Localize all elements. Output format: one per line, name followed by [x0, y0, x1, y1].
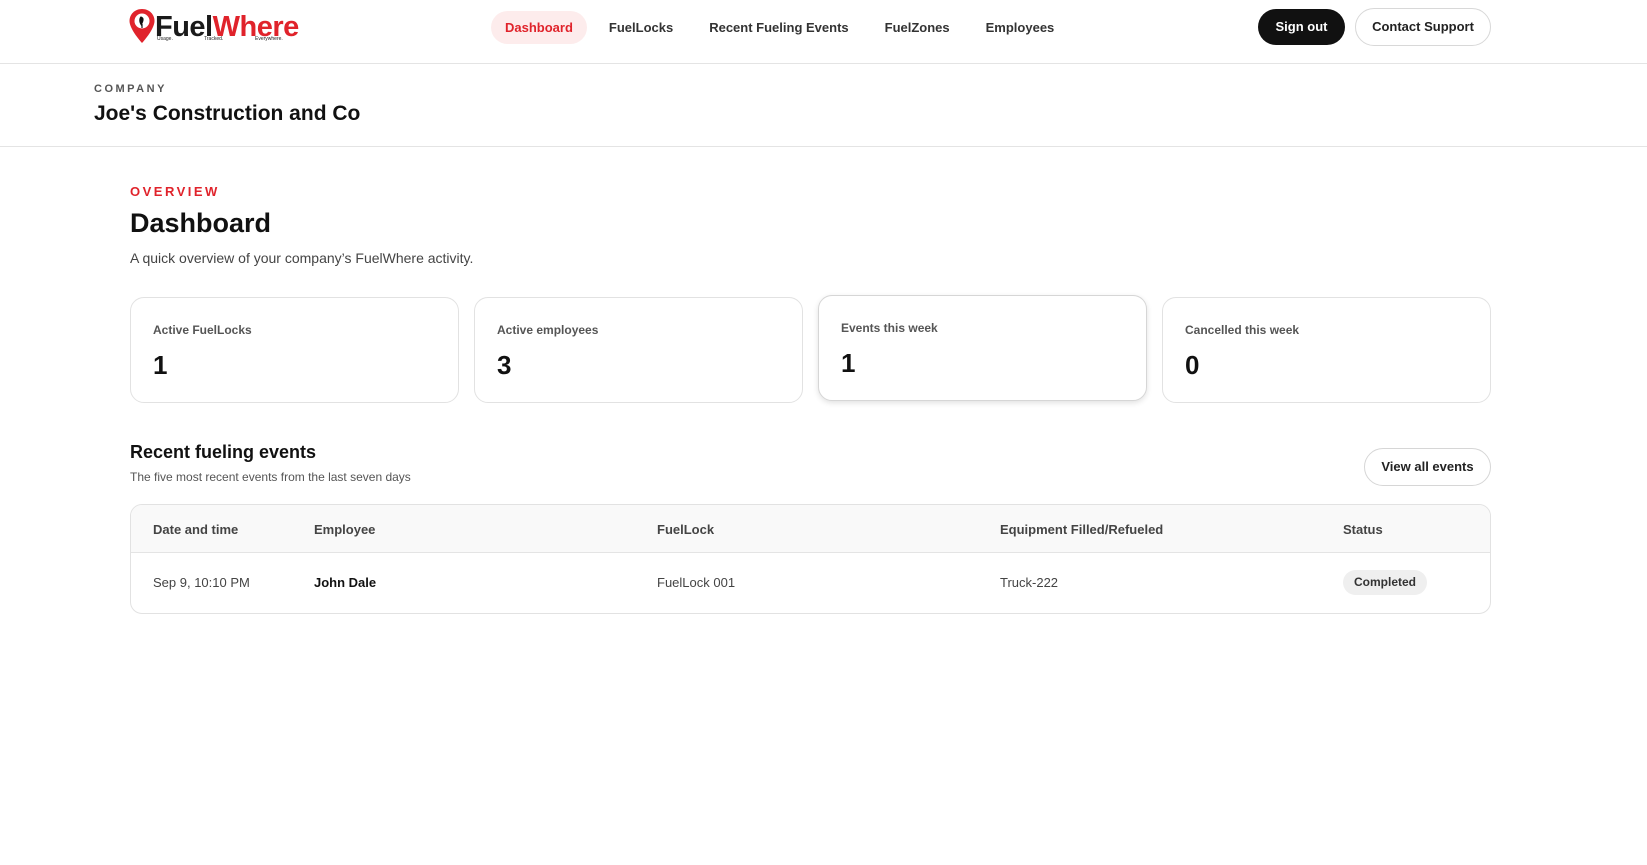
stat-card-label: Events this week	[841, 321, 938, 335]
stat-card-value: 3	[497, 350, 512, 380]
status-badge: Completed	[1343, 570, 1428, 595]
stat-card-value: 0	[1185, 350, 1200, 380]
nav-item-dashboard[interactable]: Dashboard	[491, 11, 587, 44]
stat-card-value: 1	[841, 348, 856, 378]
overview-eyebrow: OVERVIEW	[130, 184, 220, 199]
column-header-status: Status	[1343, 522, 1383, 537]
main-nav: Dashboard FuelLocks Recent Fueling Event…	[491, 11, 1068, 44]
column-header-employee: Employee	[314, 522, 376, 537]
table-header: Date and time Employee FuelLock Equipmen…	[131, 505, 1490, 553]
recent-events-subtitle: The five most recent events from the las…	[130, 470, 411, 484]
nav-item-fuellocks[interactable]: FuelLocks	[595, 11, 687, 44]
recent-events-table: Date and time Employee FuelLock Equipmen…	[130, 504, 1491, 614]
stat-card-cancelled-this-week: Cancelled this week 0	[1162, 297, 1491, 403]
nav-item-recent-fueling-events[interactable]: Recent Fueling Events	[695, 11, 862, 44]
brand-tagline-usage: Usage.	[157, 36, 173, 42]
stat-card-events-this-week[interactable]: Events this week 1	[818, 295, 1147, 401]
stat-card-active-fuellocks: Active FuelLocks 1	[130, 297, 459, 403]
company-name: Joe's Construction and Co	[94, 102, 361, 125]
top-navigation-bar: FuelWhere Usage. Tracked. Everywhere. Da…	[0, 0, 1647, 64]
cell-fuellock: FuelLock 001	[657, 575, 736, 590]
brand-tagline-tracked: Tracked.	[204, 36, 224, 42]
column-header-date-time: Date and time	[153, 522, 239, 537]
stat-card-label: Active employees	[497, 323, 599, 337]
view-all-events-button[interactable]: View all events	[1364, 448, 1491, 486]
table-row[interactable]: Sep 9, 10:10 PM John Dale FuelLock 001 T…	[131, 553, 1490, 613]
contact-support-button[interactable]: Contact Support	[1355, 8, 1491, 46]
stat-card-label: Cancelled this week	[1185, 323, 1300, 337]
nav-item-employees[interactable]: Employees	[972, 11, 1069, 44]
stat-card-label: Active FuelLocks	[153, 323, 252, 337]
cell-employee: John Dale	[314, 575, 377, 590]
cell-date-time: Sep 9, 10:10 PM	[153, 575, 250, 590]
page-title: Dashboard	[130, 208, 272, 238]
brand-tagline-everywhere: Everywhere.	[255, 36, 283, 42]
recent-events-title: Recent fueling events	[130, 442, 317, 462]
column-header-equipment: Equipment Filled/Refueled	[1000, 522, 1164, 537]
company-label: COMPANY	[94, 83, 167, 95]
company-header: COMPANY Joe's Construction and Co	[0, 64, 1647, 147]
stat-card-active-employees: Active employees 3	[474, 297, 803, 403]
cell-equipment: Truck-222	[1000, 575, 1059, 590]
stat-card-value: 1	[153, 350, 168, 380]
fuelwhere-logo[interactable]: FuelWhere Usage. Tracked. Everywhere.	[128, 8, 299, 48]
location-pin-icon	[129, 9, 155, 43]
sign-out-button[interactable]: Sign out	[1258, 9, 1345, 45]
nav-item-fuelzones[interactable]: FuelZones	[871, 11, 964, 44]
column-header-fuellock: FuelLock	[657, 522, 715, 537]
page-subtitle: A quick overview of your company’s FuelW…	[130, 250, 474, 266]
